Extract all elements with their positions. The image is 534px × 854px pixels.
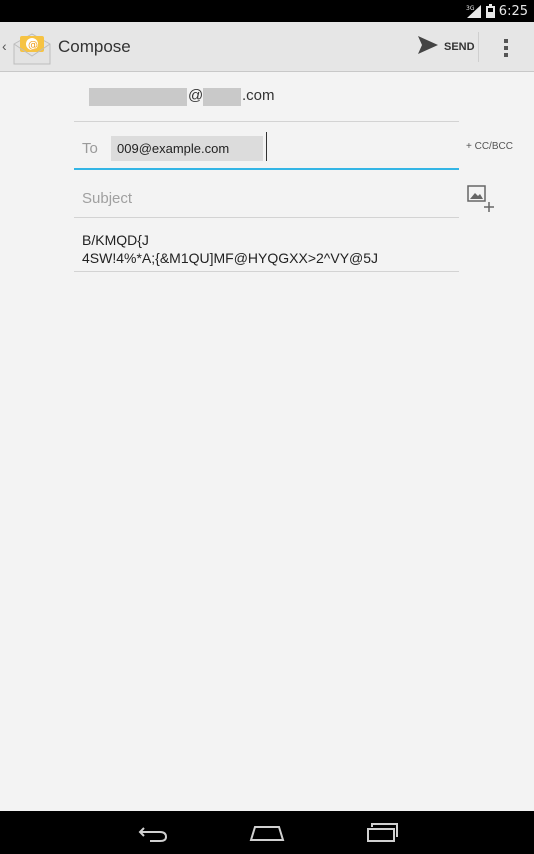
action-divider [478,32,479,62]
from-domain-suffix: .com [242,87,275,104]
cc-bcc-button[interactable]: + CC/BCC [466,141,513,152]
to-field[interactable]: To 009@example.com [74,126,459,170]
battery-icon [485,4,495,18]
send-button[interactable]: SEND [410,22,476,72]
message-body[interactable]: B/KMQD{J 4SW!4%*A;{&M1QU]MF@HYQGXX>2^VY@… [74,226,459,272]
page-title: Compose [58,37,131,56]
status-time: 6:25 [498,3,528,19]
text-cursor [266,132,267,161]
back-icon[interactable] [114,811,194,854]
chevron-left-icon[interactable]: ‹ [2,38,7,54]
svg-text:@: @ [28,40,38,51]
to-label: To [82,140,98,157]
send-arrow-icon [418,35,438,59]
send-label: SEND [444,41,475,53]
from-at-sign: @ [188,87,204,104]
overflow-menu-icon[interactable] [490,22,522,72]
signal-3g-icon: 3G [466,4,482,18]
subject-placeholder: Subject [82,190,133,207]
body-text-line: 4SW!4%*A;{&M1QU]MF@HYQGXX>2^VY@5J [82,250,379,266]
status-bar: 3G 6:25 [0,0,534,22]
redacted-text [203,88,241,106]
from-field[interactable]: @ .com [74,80,459,122]
body-text-line: B/KMQD{J [82,232,149,248]
recents-icon[interactable] [342,811,422,854]
navigation-bar [0,811,534,854]
add-picture-icon[interactable] [467,185,495,213]
email-app-icon[interactable]: @ [12,30,52,66]
redacted-text [89,88,187,106]
svg-text:3G: 3G [466,5,475,12]
home-icon[interactable] [227,811,307,854]
recipient-chip[interactable]: 009@example.com [111,136,263,161]
subject-field[interactable]: Subject [74,180,459,218]
action-bar: ‹ @ Compose SEND [0,22,534,72]
